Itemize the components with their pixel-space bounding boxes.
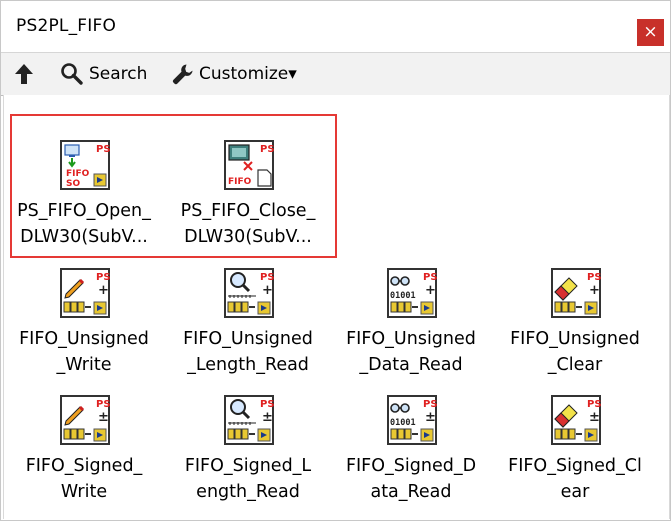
vi-label-line: DLW30(SubV... — [184, 227, 312, 247]
vi-label-line: PS_FIFO_Open_ — [17, 201, 151, 221]
vi-label-line: _Data_Read — [359, 355, 463, 375]
svg-text:±: ± — [262, 410, 273, 425]
svg-text:PS: PS — [260, 272, 274, 283]
svg-text:+: + — [425, 283, 436, 298]
svg-text:01001: 01001 — [390, 291, 416, 301]
fifo-unsigned-data-read-vi[interactable]: 01001 PS + FIFO_Unsigned _Data_Read — [329, 268, 493, 394]
vi-label-line: PS_FIFO_Close_ — [180, 201, 316, 221]
svg-text:+: + — [262, 283, 273, 298]
vi-label-line: _Clear — [547, 355, 603, 375]
vi-label-line: _Length_Read — [187, 355, 309, 375]
fifo-open-icon: PS FIFO SO — [60, 140, 110, 190]
vi-label: FIFO_Unsigned _Length_Read — [166, 326, 330, 378]
svg-text:FIFO: FIFO — [66, 169, 90, 179]
fifo-unsigned-write-vi[interactable]: PS + FIFO_Unsigned _Write — [2, 268, 166, 394]
svg-text:PS: PS — [423, 272, 437, 283]
svg-text:PS: PS — [587, 272, 601, 283]
vi-label-line: ength_Read — [196, 482, 300, 502]
ps-fifo-open-vi[interactable]: PS FIFO SO PS_FIFO_Open_ DLW30(SubV... — [2, 140, 166, 266]
window-title: PS2PL_FIFO — [16, 16, 117, 36]
svg-text:±: ± — [98, 410, 109, 425]
svg-text:SO: SO — [66, 179, 80, 189]
vi-label-line: ata_Read — [370, 482, 452, 502]
vi-label: FIFO_Signed_D ata_Read — [329, 453, 493, 505]
vi-label-line: DLW30(SubV... — [20, 227, 148, 247]
vi-label: FIFO_Signed_L ength_Read — [166, 453, 330, 505]
vi-label-line: Write — [60, 482, 108, 502]
search-icon — [61, 63, 83, 85]
customize-menu[interactable]: Customize▾ — [171, 61, 297, 87]
vi-label: PS_FIFO_Close_ DLW30(SubV... — [166, 198, 330, 250]
svg-text:PS: PS — [96, 272, 110, 283]
title-bar: PS2PL_FIFO × — [0, 0, 671, 52]
vi-label: FIFO_Signed_ Write — [2, 453, 166, 505]
svg-text:PS: PS — [423, 399, 437, 410]
vi-label: PS_FIFO_Open_ DLW30(SubV... — [2, 198, 166, 250]
data-icon: 01001 PS+ — [387, 268, 437, 318]
vi-label: FIFO_Unsigned _Clear — [493, 326, 657, 378]
fifo-signed-length-read-vi[interactable]: PS ± FIFO_Signed_L ength_Read — [166, 395, 330, 521]
vi-label-line: FIFO_Signed_D — [345, 456, 477, 476]
up-arrow-icon — [15, 64, 33, 84]
ps-fifo-close-vi[interactable]: PS FIFO PS_FIFO_Close_ DLW30(SubV... — [166, 140, 330, 266]
svg-text:01001: 01001 — [390, 418, 416, 428]
vi-label-line: FIFO_Unsigned — [510, 329, 640, 349]
vi-label: FIFO_Unsigned _Write — [2, 326, 166, 378]
length-icon: PS+ — [224, 268, 274, 318]
svg-text:PS: PS — [96, 399, 110, 410]
search-label: Search — [89, 64, 148, 84]
svg-text:PS: PS — [260, 144, 274, 155]
clear-icon: PS+ — [551, 268, 601, 318]
vi-label-line: FIFO_Signed_Cl — [508, 456, 642, 476]
vi-label-line: FIFO_Unsigned — [19, 329, 149, 349]
svg-text:±: ± — [589, 410, 600, 425]
write-icon: PS+ — [60, 268, 110, 318]
fifo-signed-clear-vi[interactable]: PS ± FIFO_Signed_Clear — [493, 395, 657, 521]
vi-label-line: FIFO_Unsigned — [183, 329, 313, 349]
vi-label-line: FIFO_Signed_L — [184, 456, 312, 476]
vi-label: FIFO_Unsigned _Data_Read — [329, 326, 493, 378]
clear-icon: PS± — [551, 395, 601, 445]
fifo-signed-write-vi[interactable]: PS ± FIFO_Signed_ Write — [2, 395, 166, 521]
close-button[interactable]: × — [637, 19, 664, 46]
svg-text:FIFO: FIFO — [228, 177, 252, 187]
fifo-unsigned-clear-vi[interactable]: PS + FIFO_Unsigned _Clear — [493, 268, 657, 394]
write-icon: PS± — [60, 395, 110, 445]
length-icon: PS± — [224, 395, 274, 445]
up-button[interactable] — [13, 61, 35, 87]
svg-text:+: + — [98, 283, 109, 298]
svg-text:+: + — [589, 283, 600, 298]
search-button[interactable]: Search — [60, 61, 147, 87]
vi-label-line: ear — [560, 482, 590, 502]
svg-text:PS: PS — [96, 144, 110, 155]
vi-label-line: FIFO_Unsigned — [346, 329, 476, 349]
vi-label-line: _Write — [56, 355, 112, 375]
fifo-signed-data-read-vi[interactable]: 01001 PS ± FIFO_Signed_D ata_Read — [329, 395, 493, 521]
toolbar: Search Customize▾ — [0, 52, 671, 96]
vi-label-line: FIFO_Signed_ — [25, 456, 143, 476]
data-icon: 01001 PS± — [387, 395, 437, 445]
svg-text:PS: PS — [260, 399, 274, 410]
fifo-unsigned-length-read-vi[interactable]: PS + FIFO_Unsigned _Length_Read — [166, 268, 330, 394]
fifo-close-icon: PS FIFO — [224, 140, 274, 190]
svg-text:PS: PS — [587, 399, 601, 410]
customize-label: Customize▾ — [199, 64, 297, 84]
wrench-icon — [172, 64, 193, 85]
vi-label: FIFO_Signed_Clear — [493, 453, 657, 505]
svg-text:±: ± — [425, 410, 436, 425]
